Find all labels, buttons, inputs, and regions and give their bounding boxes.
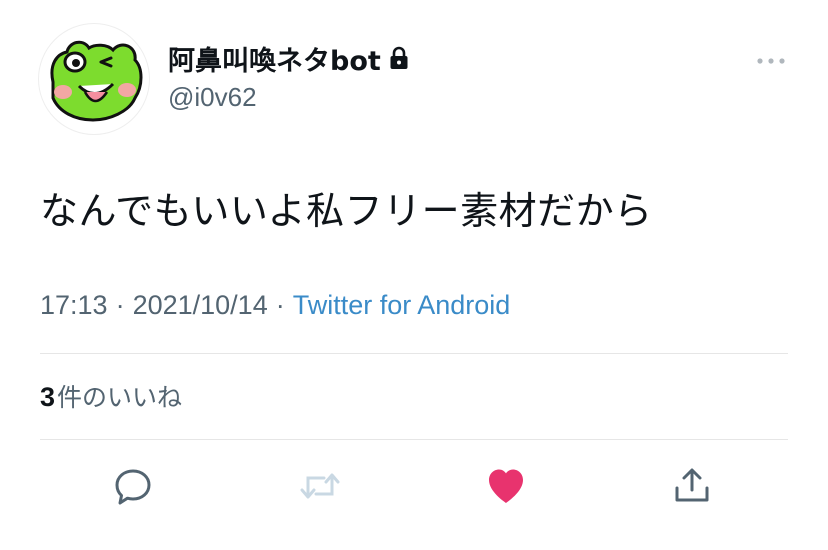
reply-bubble-icon bbox=[115, 469, 151, 505]
share-icon bbox=[675, 468, 709, 502]
author-handle[interactable]: @i0v62 bbox=[168, 82, 257, 113]
share-button[interactable] bbox=[670, 464, 714, 508]
like-button[interactable] bbox=[484, 464, 528, 508]
author-name-row[interactable]: 阿鼻叫喚ネタbot bbox=[168, 36, 409, 80]
divider bbox=[40, 353, 788, 354]
author-display-name[interactable]: 阿鼻叫喚ネタbot bbox=[168, 39, 381, 78]
frog-face-avatar bbox=[50, 40, 143, 122]
divider bbox=[40, 439, 788, 440]
tweet-date[interactable]: 2021/10/14 bbox=[133, 290, 268, 321]
meta-separator: · bbox=[115, 290, 125, 320]
tweet-time[interactable]: 17:13 bbox=[40, 290, 108, 321]
likes-label: 件のいいね bbox=[57, 383, 183, 412]
retweet-icon bbox=[300, 473, 340, 499]
meta-separator: · bbox=[275, 290, 285, 320]
tweet-source-link[interactable]: Twitter for Android bbox=[293, 290, 511, 321]
likes-count: 3 bbox=[40, 382, 56, 412]
likes-summary[interactable]: 3 件のいいね bbox=[40, 378, 182, 414]
heart-icon bbox=[489, 469, 523, 503]
retweet-button[interactable] bbox=[298, 464, 342, 508]
reply-button[interactable] bbox=[111, 464, 155, 508]
more-horizontal-icon[interactable] bbox=[756, 52, 786, 64]
tweet-text: なんでもいいよ私フリー素材だから bbox=[40, 189, 653, 233]
lock-icon bbox=[389, 46, 409, 70]
tweet-meta: 17:13 · 2021/10/14 · Twitter for Android bbox=[40, 290, 510, 321]
avatar[interactable] bbox=[38, 23, 150, 135]
